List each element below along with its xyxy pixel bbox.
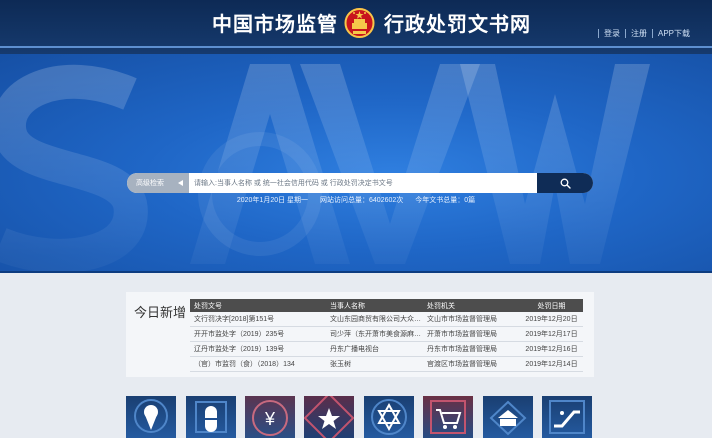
category-tile-price[interactable]: ¥ xyxy=(245,396,295,438)
table-row[interactable]: 辽丹市监处字（2019）139号 丹东广播电视台 丹东市市场监督管理局 2019… xyxy=(190,342,583,357)
banner-decoration xyxy=(0,64,712,273)
category-tiles: ¥ xyxy=(126,396,594,438)
site-header: 中国市场监管 行政处罚文书网 登录 注册 APP下载 xyxy=(0,0,712,54)
national-emblem-icon xyxy=(344,8,375,38)
app-download-link[interactable]: APP下载 xyxy=(658,28,690,39)
category-tile-drug[interactable] xyxy=(186,396,236,438)
doc-number: （官）市监罚（食）（2018）134 xyxy=(194,361,295,368)
category-tile-star[interactable] xyxy=(304,396,354,438)
login-link[interactable]: 登录 xyxy=(604,28,620,39)
ice-cream-icon xyxy=(134,399,168,433)
advanced-search-label: 高级检索 xyxy=(136,180,164,187)
penalty-date: 2019年12月20日 xyxy=(525,316,578,323)
visit-count: 网站访问总量：6402602次 xyxy=(320,197,404,204)
table-row[interactable]: 开开市监处字（2019）235号 司少萍（东开萧市美食源麻辣店） 开萧市市场监督… xyxy=(190,327,583,342)
divider xyxy=(624,28,626,38)
header-accent-line xyxy=(0,46,712,48)
authority: 官渡区市场监督管理局 xyxy=(427,361,497,368)
category-tile-quality[interactable] xyxy=(364,396,414,438)
authority: 开萧市市场监督管理局 xyxy=(427,331,497,338)
party-name: 丹东广播电视台 xyxy=(330,346,379,353)
penalty-date: 2019年12月16日 xyxy=(525,346,578,353)
divider xyxy=(597,28,599,38)
hero-banner: 2020年1月20日 星期一 网站访问总量：6402602次 今年文书总量：0篇… xyxy=(0,54,712,273)
yen-icon: ¥ xyxy=(252,400,288,436)
shopping-cart-icon xyxy=(430,400,466,434)
today-new-title: 今日新增 xyxy=(134,305,187,320)
svg-text:¥: ¥ xyxy=(264,409,276,429)
category-tile-equipment[interactable] xyxy=(542,396,592,438)
divider xyxy=(651,28,653,38)
document-count: 今年文书总量：0篇 xyxy=(415,197,476,204)
search-bar: 高级检索 xyxy=(127,173,593,193)
caret-left-icon xyxy=(178,180,183,186)
building-icon xyxy=(489,400,527,436)
top-links: 登录 注册 APP下载 xyxy=(593,27,690,39)
column-header: 当事人名称 xyxy=(330,302,365,310)
hexagram-icon xyxy=(371,399,407,435)
doc-number: 开开市监处字（2019）235号 xyxy=(194,331,285,338)
doc-number: 辽丹市监处字（2019）139号 xyxy=(194,346,285,353)
today-new-section: 今日新增 处罚文号 当事人名称 处罚机关 处罚日期 文行罚决字[2018]第15… xyxy=(126,292,594,377)
authority: 丹东市市场监督管理局 xyxy=(427,346,497,353)
table-header: 处罚文号 当事人名称 处罚机关 处罚日期 xyxy=(190,299,583,312)
penalty-date: 2019年12月14日 xyxy=(525,361,578,368)
today-new-table: 处罚文号 当事人名称 处罚机关 处罚日期 文行罚决字[2018]第151号 文山… xyxy=(190,299,583,372)
category-tile-commerce[interactable] xyxy=(423,396,473,438)
current-date: 2020年1月20日 星期一 xyxy=(236,197,309,204)
search-icon xyxy=(560,178,571,189)
escalator-icon xyxy=(549,400,585,434)
column-header: 处罚机关 xyxy=(427,302,455,310)
table-row[interactable]: 文行罚决字[2018]第151号 文山东园商贸有限公司大众超市 文山市市场监督管… xyxy=(190,312,583,327)
party-name: 司少萍（东开萧市美食源麻辣店） xyxy=(330,331,423,338)
category-tile-business[interactable] xyxy=(483,396,533,438)
register-link[interactable]: 注册 xyxy=(631,28,647,39)
search-input[interactable] xyxy=(189,173,537,193)
column-header: 处罚文号 xyxy=(194,302,222,310)
party-name: 文山东园商贸有限公司大众超市 xyxy=(330,316,423,323)
column-header: 处罚日期 xyxy=(537,302,566,310)
penalty-date: 2019年12月17日 xyxy=(525,331,578,338)
doc-number: 文行罚决字[2018]第151号 xyxy=(194,316,275,323)
star-icon xyxy=(304,396,354,438)
site-title-right: 行政处罚文书网 xyxy=(384,14,531,36)
advanced-search-button[interactable]: 高级检索 xyxy=(127,173,189,193)
category-tile-food[interactable] xyxy=(126,396,176,438)
table-row[interactable]: （官）市监罚（食）（2018）134 张玉树 官渡区市场监督管理局 2019年1… xyxy=(190,357,583,372)
search-button[interactable] xyxy=(537,173,593,193)
site-title-left: 中国市场监管 xyxy=(212,14,338,36)
site-stats: 2020年1月20日 星期一 网站访问总量：6402602次 今年文书总量：0篇 xyxy=(0,195,712,205)
pill-icon xyxy=(195,401,227,433)
authority: 文山市市场监督管理局 xyxy=(427,316,497,323)
party-name: 张玉树 xyxy=(330,361,351,368)
